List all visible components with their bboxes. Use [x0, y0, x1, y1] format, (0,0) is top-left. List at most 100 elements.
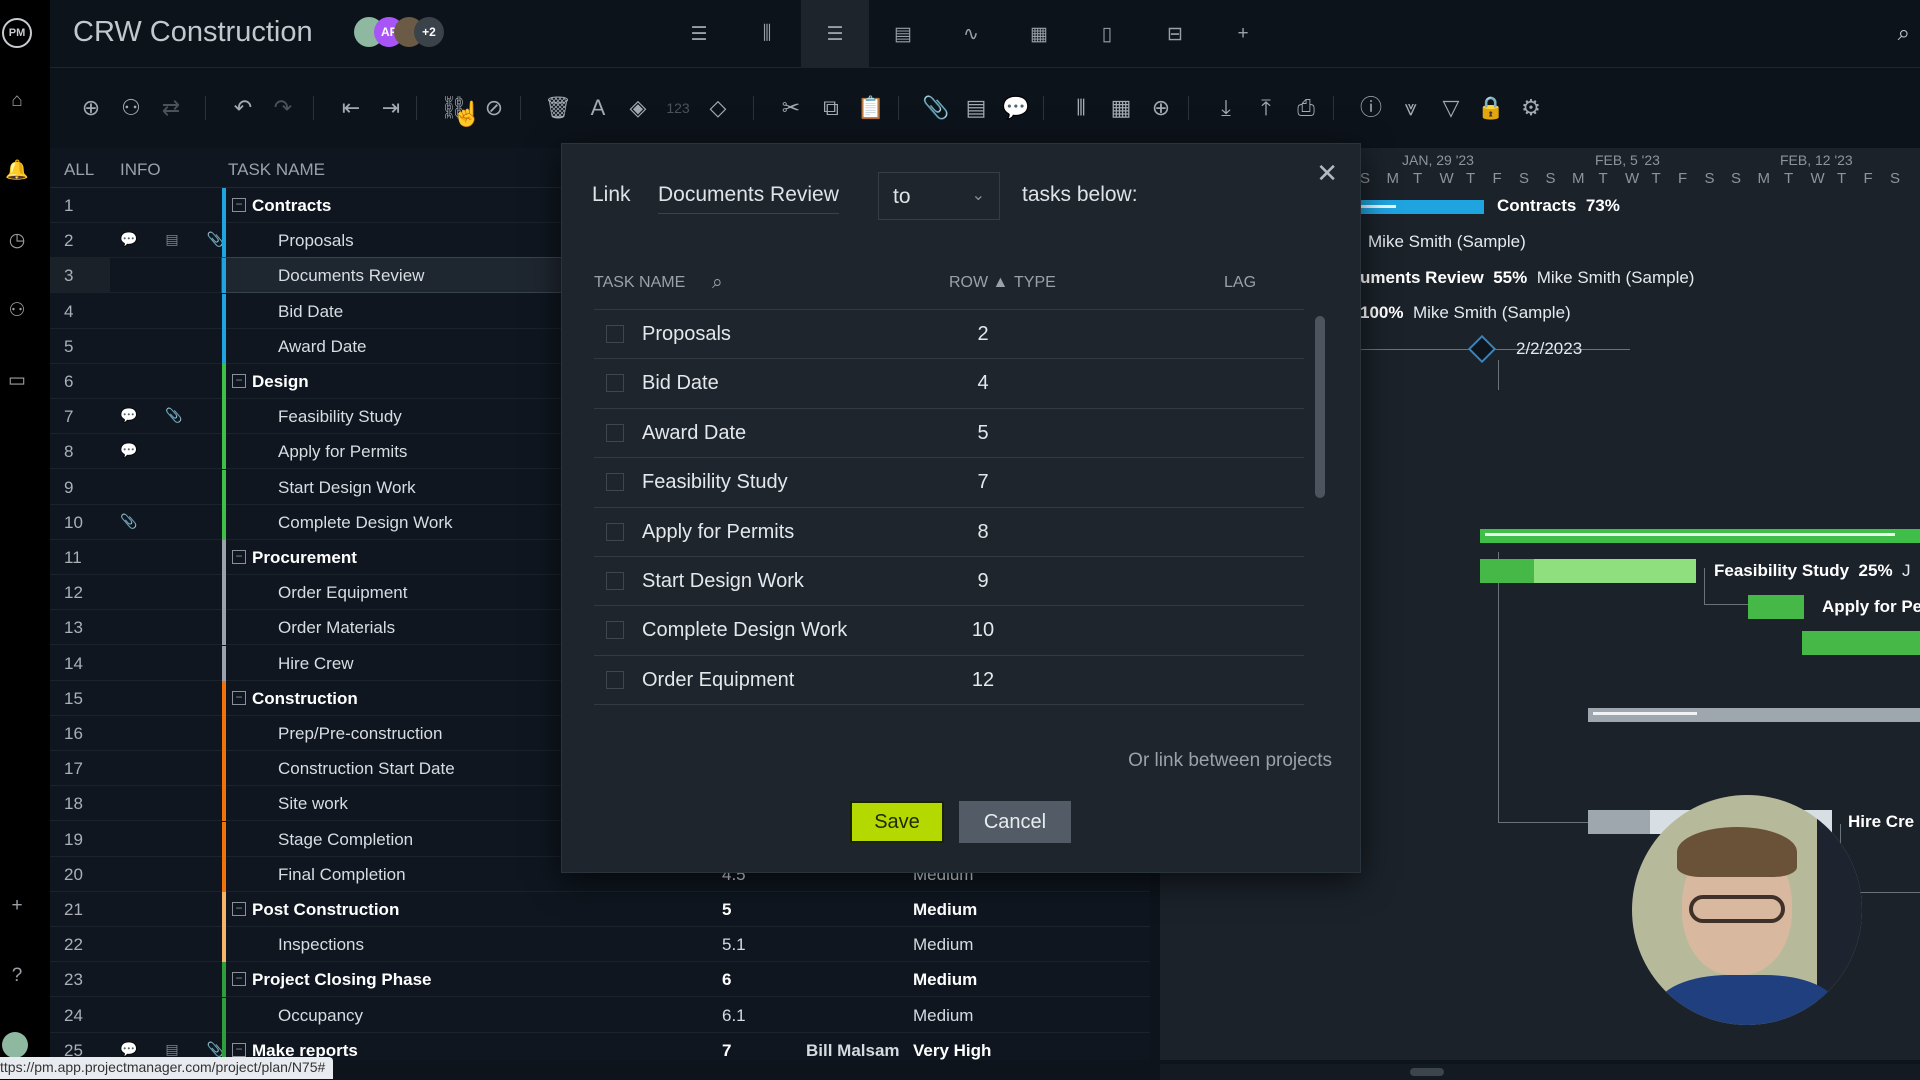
notifications-icon[interactable]: 🔔 — [4, 158, 30, 184]
info-icon[interactable]: ⓘ — [1355, 92, 1387, 124]
table-row[interactable]: 23 − Project Closing Phase 6 Medium — [50, 962, 1150, 998]
info-icons[interactable]: 📎 — [120, 513, 149, 530]
add-task-icon[interactable]: ⊕ — [75, 92, 107, 124]
link-task-row[interactable]: Start Design Work 9 — [594, 556, 1304, 605]
priority-cell[interactable]: Medium — [913, 935, 973, 955]
info-icons[interactable]: 💬 — [120, 442, 149, 459]
scrollbar-thumb[interactable] — [1410, 1068, 1444, 1076]
wbs-cell[interactable]: 6.1 — [722, 1006, 746, 1026]
unlink-icon[interactable]: ⊘ — [478, 92, 510, 124]
task-name-cell[interactable]: Order Materials — [222, 610, 562, 644]
files-view-tab[interactable]: ▯ — [1073, 0, 1141, 68]
milestone-icon[interactable]: ◇ — [702, 92, 734, 124]
timesheets-icon[interactable]: ◷ — [4, 228, 30, 254]
priority-cell[interactable]: Medium — [913, 1006, 973, 1026]
task-name-cell[interactable]: Prep/Pre-construction — [222, 716, 562, 750]
scrollbar-thumb[interactable] — [1315, 316, 1325, 498]
table-row[interactable]: 21 − Post Construction 5 Medium — [50, 892, 1150, 927]
fill-color-icon[interactable]: ◈ — [622, 92, 654, 124]
table-row[interactable]: 25 💬 ▤ 📎 − Make reports 7 Bill Malsam Very Hig… — [50, 1032, 1150, 1060]
task-name-cell[interactable]: − Project Closing Phase — [222, 962, 562, 996]
priority-cell[interactable]: Medium — [913, 900, 977, 920]
task-name-cell[interactable]: Order Equipment — [222, 575, 562, 609]
task-name-cell[interactable]: Construction Start Date — [222, 751, 562, 785]
undo-icon[interactable]: ↶ — [227, 92, 259, 124]
gantt-view-tab[interactable]: ☰ — [801, 0, 869, 68]
collapse-icon[interactable]: − — [232, 198, 246, 212]
task-checkbox[interactable] — [606, 473, 624, 492]
search-icon[interactable]: ⌕ — [712, 272, 723, 294]
assigned-cell[interactable]: Bill Malsam — [806, 1041, 900, 1060]
lock-icon[interactable]: 🔒 — [1475, 92, 1507, 124]
app-logo[interactable]: PM — [2, 18, 32, 48]
info-icons[interactable]: 💬 ▤ 📎 — [120, 1041, 236, 1058]
export-icon[interactable]: ⤒ — [1250, 92, 1282, 124]
link-task-row[interactable]: Bid Date 4 — [594, 358, 1304, 407]
print-icon[interactable]: ⎙ — [1290, 92, 1322, 124]
col-type[interactable]: TYPE — [1014, 274, 1056, 292]
collapse-icon[interactable]: − — [232, 972, 246, 987]
gantt-bar-start-design[interactable] — [1802, 631, 1920, 655]
link-task-row[interactable]: Order Equipment 12 — [594, 654, 1304, 704]
task-name-cell[interactable]: Documents Review — [221, 257, 563, 294]
col-info[interactable]: INFO — [120, 160, 161, 180]
task-name-cell[interactable]: − Procurement — [222, 540, 562, 574]
filter-icon[interactable]: ▽ — [1435, 92, 1467, 124]
task-name-cell[interactable]: − Post Construction — [222, 892, 562, 926]
collapse-icon[interactable]: − — [232, 374, 246, 388]
task-name-cell[interactable]: Site work — [222, 786, 562, 820]
save-button[interactable]: Save — [850, 801, 944, 843]
zoom-icon[interactable]: ⊕ — [1145, 92, 1177, 124]
dialog-scrollbar[interactable] — [1314, 316, 1326, 716]
outdent-icon[interactable]: ⇤ — [335, 92, 367, 124]
task-name-cell[interactable]: − Contracts — [222, 188, 562, 222]
col-row-sort[interactable]: ROW ▲ — [949, 274, 1008, 292]
col-task-name[interactable]: TASK NAME — [594, 274, 685, 292]
critical-path-icon[interactable]: ⩔ — [1395, 92, 1427, 124]
add-icon[interactable]: + — [4, 893, 30, 919]
task-checkbox[interactable] — [606, 522, 624, 541]
task-name-cell[interactable]: − Construction — [222, 681, 562, 715]
collapse-icon[interactable]: − — [232, 1042, 246, 1057]
task-name-cell[interactable]: Feasibility Study — [222, 399, 562, 433]
cancel-button[interactable]: Cancel — [959, 801, 1071, 843]
link-task-row[interactable]: Apply for Permits 8 — [594, 506, 1304, 556]
link-relation-select[interactable]: to ⌄ — [878, 172, 1000, 220]
task-name-cell[interactable]: Final Completion — [222, 857, 562, 891]
info-icons[interactable]: 💬 📎 — [120, 407, 195, 424]
task-checkbox[interactable] — [606, 670, 624, 689]
wbs-cell[interactable]: 5 — [722, 900, 731, 920]
overview-view-tab[interactable]: ⊟ — [1141, 0, 1209, 68]
wbs-cell[interactable]: 5.1 — [722, 935, 746, 955]
recurring-icon[interactable]: ⇄ — [155, 92, 187, 124]
collapse-icon[interactable]: − — [232, 902, 246, 916]
table-row[interactable]: 24 Occupancy 6.1 Medium — [50, 997, 1150, 1033]
notes-icon[interactable]: ▤ — [960, 92, 992, 124]
wbs-cell[interactable]: 6 — [722, 970, 731, 990]
more-members-badge[interactable]: +2 — [414, 17, 444, 47]
task-name-cell[interactable]: Stage Completion — [222, 822, 562, 856]
user-avatar[interactable] — [2, 1032, 28, 1058]
table-icon[interactable]: ▦ — [1105, 92, 1137, 124]
add-view-tab[interactable]: + — [1209, 0, 1277, 68]
milestone-diamond-award-date[interactable] — [1467, 334, 1497, 364]
paste-icon[interactable]: 📋 — [855, 92, 887, 124]
list-view-tab[interactable]: ☰ — [665, 0, 733, 68]
settings-icon[interactable]: ⚙ — [1515, 92, 1547, 124]
search-icon[interactable]: ⌕ — [1898, 20, 1910, 46]
task-checkbox[interactable] — [606, 572, 624, 590]
board-view-tab[interactable]: ⫼ — [733, 0, 801, 68]
indent-icon[interactable]: ⇥ — [375, 92, 407, 124]
link-between-projects[interactable]: Or link between projects — [1128, 750, 1332, 772]
dashboard-view-tab[interactable]: ∿ — [937, 0, 1005, 68]
import-icon[interactable]: ⤓ — [1210, 92, 1242, 124]
sheet-view-tab[interactable]: ▤ — [869, 0, 937, 68]
task-checkbox[interactable] — [606, 374, 624, 393]
gantt-bar-design[interactable] — [1480, 529, 1920, 543]
task-name-cell[interactable]: Occupancy — [222, 998, 562, 1032]
task-checkbox[interactable] — [606, 621, 624, 640]
task-name-cell[interactable]: Hire Crew — [222, 646, 562, 680]
task-name-cell[interactable]: Inspections — [222, 927, 562, 961]
task-name-cell[interactable]: Bid Date — [222, 294, 562, 328]
table-row[interactable]: 22 Inspections 5.1 Medium — [50, 927, 1150, 963]
